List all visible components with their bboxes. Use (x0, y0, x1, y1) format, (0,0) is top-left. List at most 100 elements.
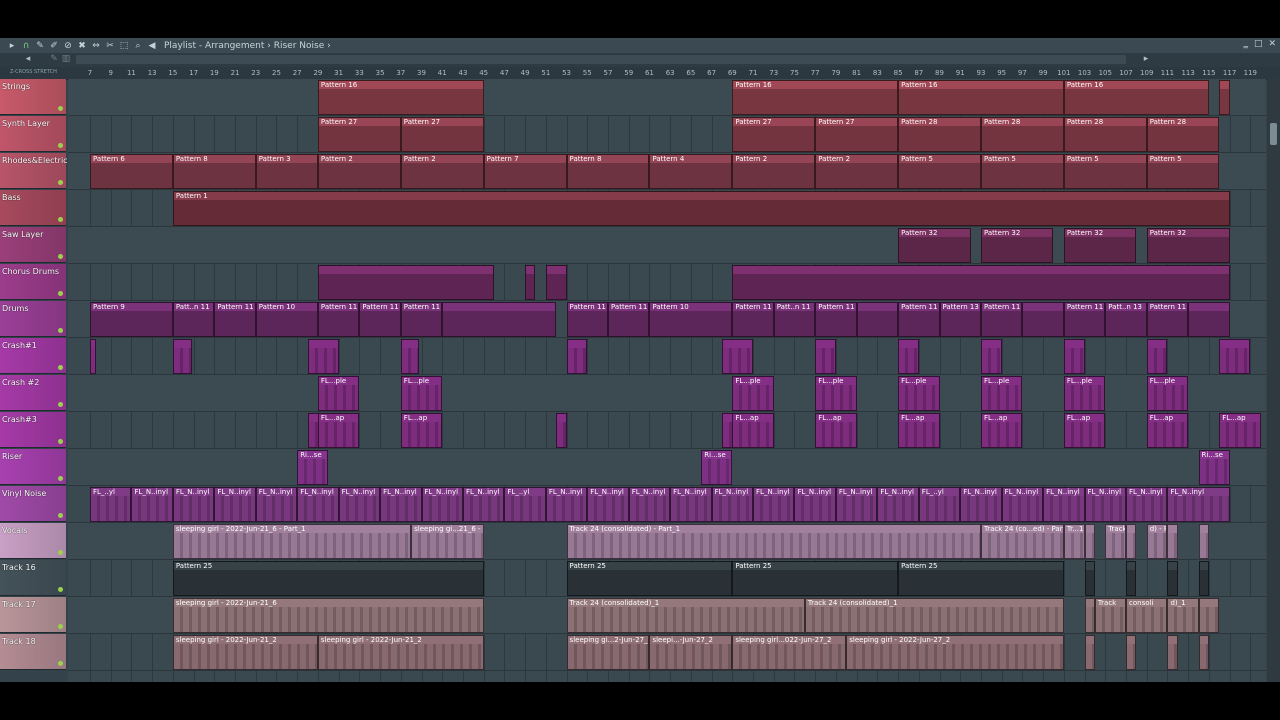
playlist-clip[interactable]: Pattern 32 (980, 228, 1054, 263)
pencil-small-icon[interactable]: ✎ (48, 54, 60, 65)
playlist-clip[interactable]: Pattern 32 (1146, 228, 1230, 263)
track-enable-led[interactable] (58, 587, 63, 592)
track-header[interactable]: Riser (0, 449, 66, 485)
paint-icon[interactable]: ✐ (48, 40, 60, 52)
playlist-clip[interactable]: Pattern 11 (1146, 302, 1189, 337)
playlist-clip[interactable]: Pattern 11 (898, 302, 940, 337)
playlist-clip[interactable]: FL_..yl (918, 487, 961, 522)
playlist-clip[interactable]: FL...ap (400, 413, 443, 448)
playlist-clip[interactable]: sleeping gi...2-Jun-27_2 (566, 635, 650, 670)
track-lane[interactable]: sleeping girl - 2022-Jun-21_2 sleeping gi… (68, 634, 1266, 671)
playlist-clip[interactable]: sleeping girl - 2022-Jun-21_6 - Part_1 (172, 524, 412, 559)
grid-icon[interactable]: ▥ (60, 54, 72, 65)
playlist-clip[interactable]: FL_N..inyl (628, 487, 671, 522)
playlist-clip[interactable]: Pattern 10 (255, 302, 318, 337)
track-lane[interactable]: sleeping girl - 2022-Jun-21_6 - Part_1 sl… (68, 523, 1266, 560)
track-header[interactable]: Drums (0, 301, 66, 337)
grid-mode-label[interactable]: Z-CROSS STRETCH (10, 69, 57, 75)
playlist-clip[interactable]: FL_N..inyl (297, 487, 339, 522)
track-lane[interactable]: Pattern 16 Pattern 16 Pattern 16 Pattern 16 (68, 79, 1266, 116)
playlist-clip[interactable]: Pattern 25 (566, 561, 733, 596)
playlist-clip[interactable]: FL_N..inyl (794, 487, 836, 522)
track-lane[interactable]: Pattern 9 Patt..n 11 Pattern 11 Pattern 10 P… (68, 301, 1266, 338)
zoom-icon[interactable]: ⌕ (132, 40, 144, 52)
track-header[interactable]: Saw Layer (0, 227, 66, 263)
playlist-clip[interactable]: FL_N..inyl (421, 487, 463, 522)
playlist-clip[interactable] (1167, 524, 1178, 559)
playlist-clip[interactable]: Pattern 11 (1063, 302, 1106, 337)
track-lane[interactable]: Pattern 6 Pattern 8 Pattern 3 Pattern 2 Patt… (68, 153, 1266, 190)
playlist-clip[interactable] (172, 339, 192, 374)
playlist-clip[interactable]: Ri...se (701, 450, 733, 485)
track-enable-led[interactable] (58, 402, 63, 407)
playlist-clip[interactable]: Pattern 32 (1063, 228, 1137, 263)
playlist-clip[interactable]: FL_N..inyl (214, 487, 256, 522)
track-header[interactable]: Crash #2 (0, 375, 66, 411)
playlist-clip[interactable]: Track (1094, 598, 1126, 633)
track-enable-led[interactable] (58, 217, 63, 222)
playlist-clip[interactable]: Pattern 6 (90, 154, 173, 189)
playlist-clip[interactable]: Pattern 27 (815, 117, 899, 152)
playlist-clip[interactable] (1198, 524, 1209, 559)
playlist-clip[interactable]: Pattern 9 (90, 302, 173, 337)
track-enable-led[interactable] (58, 661, 63, 666)
playlist-clip[interactable]: Pattern 13 (939, 302, 981, 337)
playlist-clip[interactable]: sleepi...-Jun-27_2 (649, 635, 733, 670)
playlist-clip[interactable]: FL...ple (317, 376, 360, 411)
playlist-clip[interactable]: FL_N..inyl (1126, 487, 1168, 522)
playlist-clip[interactable]: Track 24 (consolidated)_1 (804, 598, 1064, 633)
playlist-clip[interactable]: Pattern 4 (649, 154, 733, 189)
playlist-clip[interactable]: FL_N..inyl (380, 487, 422, 522)
playlist-clip[interactable]: Pattern 11 (359, 302, 401, 337)
playlist-clip[interactable]: Pattern 5 (1146, 154, 1220, 189)
playlist-clip[interactable]: Track (1105, 524, 1126, 559)
playlist-clip[interactable]: Tr...1 (1063, 524, 1085, 559)
track-lane[interactable]: Pattern 1 (68, 190, 1266, 227)
playlist-clip[interactable]: FL_N..inyl (960, 487, 1002, 522)
playlist-clip[interactable]: Pattern 11 (608, 302, 650, 337)
playlist-clip[interactable]: FL_..yl (504, 487, 546, 522)
horizontal-overview-scrollbar[interactable] (76, 55, 1126, 64)
playlist-clip[interactable]: FL...ap (980, 413, 1023, 448)
playlist-clip[interactable] (90, 339, 97, 374)
playlist-clip[interactable]: Track 24 (consolidated)_1 (566, 598, 805, 633)
playlist-clip[interactable]: Pattern 2 (400, 154, 484, 189)
playlist-clip[interactable] (545, 265, 567, 300)
playlist-clip[interactable]: FL_N..inyl (338, 487, 381, 522)
track-enable-led[interactable] (58, 365, 63, 370)
playlist-clip[interactable]: FL...ap (815, 413, 857, 448)
track-lane[interactable]: Pattern 25 Pattern 25 Pattern 25 Pattern 25 (68, 560, 1266, 597)
minimize-button[interactable]: ‗ (1243, 39, 1248, 49)
playlist-clip[interactable]: FL_..yl (90, 487, 132, 522)
playlist-clip[interactable]: Pattern 7 (483, 154, 567, 189)
playlist-clip[interactable] (856, 302, 899, 337)
playback-icon[interactable]: ◀ (146, 40, 158, 52)
playlist-clip[interactable]: Pattern 27 (317, 117, 401, 152)
playlist-clip[interactable]: Track 24 (consolidated) - Part_1 (566, 524, 981, 559)
playlist-clip[interactable]: Pattern 3 (255, 154, 318, 189)
playlist-clip[interactable]: FL_N..inyl (1001, 487, 1044, 522)
playlist-clip[interactable]: Pattern 28 (1146, 117, 1220, 152)
playlist-clip[interactable] (815, 339, 836, 374)
track-enable-led[interactable] (58, 476, 63, 481)
playlist-clip[interactable]: Ri...se (297, 450, 329, 485)
playlist-clip[interactable]: Pattern 1 (172, 191, 1230, 226)
track-header[interactable]: Strings (0, 79, 66, 115)
playlist-clip[interactable]: Pattern 2 (815, 154, 899, 189)
scroll-left-button[interactable]: ◂ (22, 54, 34, 65)
playlist-clip[interactable]: sleeping girl - 2022-Jun-21_2 (172, 635, 318, 670)
track-header[interactable]: Track 18 (0, 634, 66, 670)
playlist-clip[interactable]: Pattern 5 (1063, 154, 1147, 189)
track-header[interactable]: Vinyl Noise (0, 486, 66, 522)
track-enable-led[interactable] (58, 254, 63, 259)
playlist-clip[interactable]: FL_N..inyl (711, 487, 754, 522)
track-enable-led[interactable] (58, 550, 63, 555)
playlist-clip[interactable]: Pattern 25 (172, 561, 484, 596)
playlist-clip[interactable]: Pattern 11 (317, 302, 360, 337)
playlist-clip[interactable]: FL...ple (1063, 376, 1106, 411)
playlist-clip[interactable]: FL_N..inyl (670, 487, 712, 522)
playlist-clip[interactable]: sleeping girl - 2022-Jun-21_6 (172, 598, 484, 633)
playlist-clip[interactable]: Ri...se (1198, 450, 1230, 485)
playlist-clip[interactable]: Patt..n 11 (773, 302, 816, 337)
pencil-icon[interactable]: ✎ (34, 40, 46, 52)
